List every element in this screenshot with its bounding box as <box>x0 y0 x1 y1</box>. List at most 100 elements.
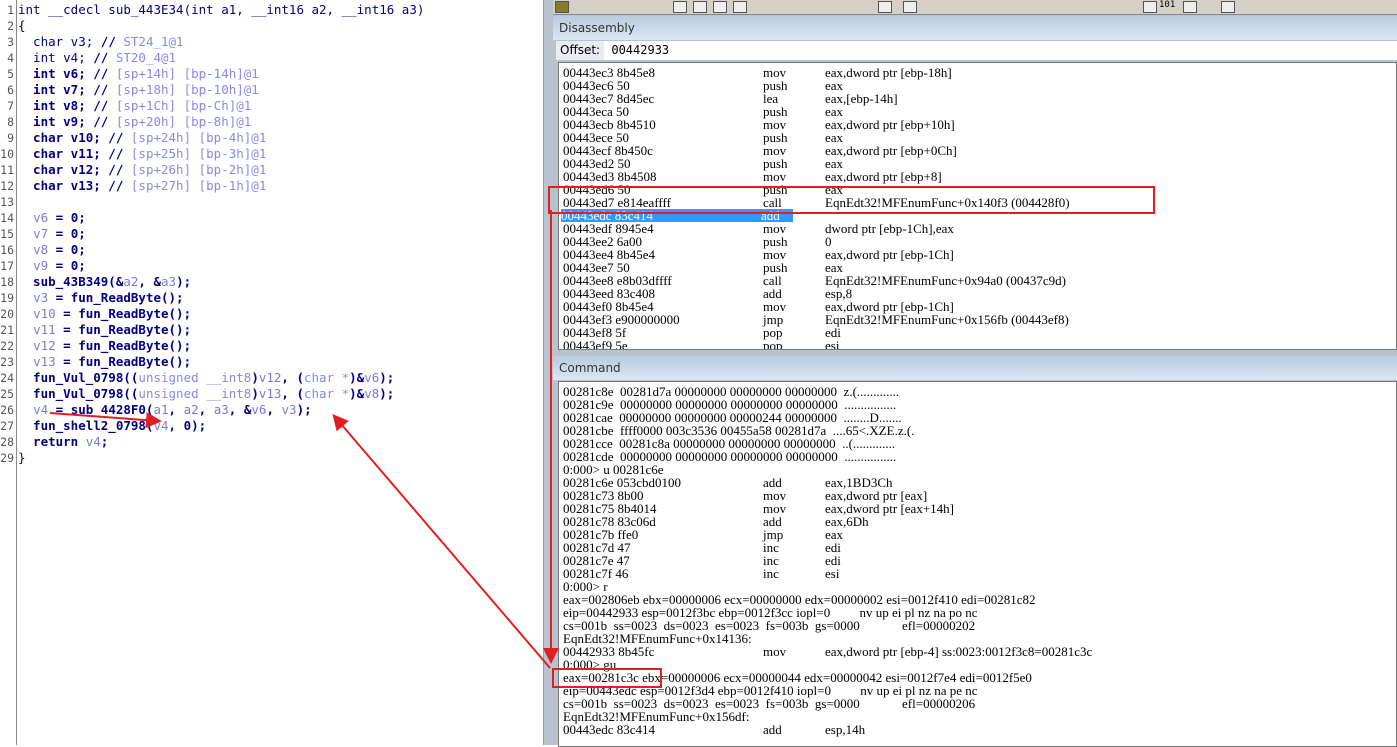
line-number: 6 <box>7 83 14 97</box>
code-token: v7 <box>33 226 49 241</box>
code-line[interactable]: 17 v9 = 0; <box>0 258 86 274</box>
line-number-gutter <box>16 0 17 745</box>
code-token: [sp+14h] [bp-14h]@1 <box>115 66 259 81</box>
step-into-icon[interactable] <box>673 1 687 13</box>
code-line[interactable]: 24 fun_Vul_0798((unsigned __int8)v12, (c… <box>0 370 394 386</box>
code-token: a3 <box>161 274 177 289</box>
code-token: ST24_1@1 <box>123 34 184 49</box>
code-line[interactable]: 27 fun_shell2_0798(v4, 0); <box>0 418 206 434</box>
code-token: ); <box>296 402 312 417</box>
watch-window-icon[interactable] <box>903 1 917 13</box>
code-token: ); <box>379 386 395 401</box>
code-line[interactable]: 25 fun_Vul_0798((unsigned __int8)v13, (c… <box>0 386 394 402</box>
code-line[interactable]: 3 char v3; // ST24_1@1 <box>0 34 184 50</box>
operands: eax,dword ptr [ebp-1Ch] <box>825 247 954 262</box>
code-token: fun_Vul_0798(( <box>18 386 139 401</box>
run-to-cursor-icon[interactable] <box>733 1 747 13</box>
code-token: v12 <box>258 370 282 385</box>
line-number: 12 <box>0 179 14 193</box>
step-out-icon[interactable] <box>713 1 727 13</box>
code-token: , <box>198 402 214 417</box>
mnemonic: inc <box>763 566 779 581</box>
code-token: [sp+24h] [bp-4h]@1 <box>130 130 267 145</box>
code-line[interactable]: 11 char v12; // [sp+26h] [bp-2h]@1 <box>0 162 266 178</box>
code-token: [sp+20h] [bp-8h]@1 <box>115 114 252 129</box>
code-token: } <box>18 450 26 465</box>
code-token: , <box>266 402 282 417</box>
code-line[interactable]: 14 v6 = 0; <box>0 210 86 226</box>
code-line[interactable]: 10 char v11; // [sp+25h] [bp-3h]@1 <box>0 146 266 162</box>
code-token: char v12; // <box>18 162 131 177</box>
mnemonic: pop <box>763 338 783 350</box>
code-token: ) <box>251 386 259 401</box>
code-line[interactable]: 16 v8 = 0; <box>0 242 86 258</box>
code-token: ) <box>251 370 259 385</box>
code-line[interactable]: 23 v13 = fun_ReadByte(); <box>0 354 191 370</box>
code-line[interactable]: 7 int v8; // [sp+1Ch] [bp-Ch]@1 <box>0 98 251 114</box>
code-line[interactable]: 22 v12 = fun_ReadByte(); <box>0 338 191 354</box>
font-icon[interactable] <box>1183 1 1197 13</box>
code-token: [sp+26h] [bp-2h]@1 <box>130 162 267 177</box>
offset-input[interactable]: 00442933 <box>611 43 669 57</box>
code-token: char * <box>304 370 350 385</box>
breakpoint-icon[interactable] <box>878 1 892 13</box>
code-token: = fun_ReadByte(); <box>55 354 192 369</box>
code-token: a2 <box>123 274 139 289</box>
code-token: v12 <box>33 338 56 353</box>
code-line[interactable]: 6 int v7; // [sp+18h] [bp-10h]@1 <box>0 82 259 98</box>
line-number: 20 <box>0 307 14 321</box>
code-token: int v6; // <box>18 66 116 81</box>
operands: esp,14h <box>825 722 866 737</box>
code-line[interactable]: 18 sub_43B349(&a2, &a3); <box>0 274 191 290</box>
code-line[interactable]: 29} <box>0 450 26 466</box>
line-number: 24 <box>0 371 14 385</box>
command-output[interactable]: 00281c8e 00281d7a 00000000 00000000 0000… <box>558 381 1397 747</box>
code-token: unsigned __int8 <box>138 386 252 401</box>
code-line[interactable]: 5 int v6; // [sp+14h] [bp-14h]@1 <box>0 66 259 82</box>
open-icon[interactable] <box>555 1 569 13</box>
highlight-eax-box <box>552 668 662 688</box>
code-token: v13 <box>33 354 56 369</box>
options-icon[interactable] <box>1221 1 1235 13</box>
line-number: 28 <box>0 435 14 449</box>
code-line[interactable]: 8 int v9; // [sp+20h] [bp-8h]@1 <box>0 114 251 130</box>
code-token: v8 <box>364 386 380 401</box>
code-token: char v3; <box>18 34 101 49</box>
line-number: 13 <box>0 195 14 209</box>
code-line[interactable]: 21 v11 = fun_ReadByte(); <box>0 322 191 338</box>
code-token: int v9; // <box>18 114 116 129</box>
address-bytes: 00443edc 83c414 <box>563 722 656 737</box>
code-token: unsigned __int8 <box>138 370 252 385</box>
code-line[interactable]: 19 v3 = fun_ReadByte(); <box>0 290 183 306</box>
code-token: v11 <box>33 322 56 337</box>
mnemonic: add <box>763 722 782 737</box>
code-line[interactable]: 15 v7 = 0; <box>0 226 86 242</box>
code-line[interactable]: 12 char v13; // [sp+27h] [bp-1h]@1 <box>0 178 266 194</box>
code-token: , ( <box>281 370 304 385</box>
code-token: [sp+27h] [bp-1h]@1 <box>130 178 267 193</box>
code-token: char * <box>304 386 350 401</box>
operands: esi <box>825 566 840 581</box>
code-token: ; <box>100 434 109 449</box>
code-line[interactable]: 1 int __cdecl sub_443E34(int a1, __int16 … <box>0 2 424 18</box>
code-token: v13 <box>258 386 282 401</box>
code-line[interactable]: 4 int v4; // ST20_4@1 <box>0 50 176 66</box>
toolbar: 101 <box>553 0 1397 15</box>
line-number: 23 <box>0 355 14 369</box>
operands: dword ptr [ebp-1Ch],eax <box>825 221 954 236</box>
operands: EqnEdt32!MFEnumFunc+0x156fb (00443ef8) <box>825 312 1069 327</box>
code-line[interactable]: 20 v10 = fun_ReadByte(); <box>0 306 191 322</box>
code-token: = fun_ReadByte(); <box>55 306 192 321</box>
code-line[interactable]: 26 v4 = sub_4428F0(a1, a2, a3, &v6, v3); <box>0 402 312 418</box>
code-line[interactable]: 2{ <box>0 18 25 34</box>
code-token: ); <box>176 274 192 289</box>
code-token: return <box>18 434 86 449</box>
memory-icon[interactable] <box>1143 1 1157 13</box>
operands: eax,dword ptr [ebp+10h] <box>825 117 955 132</box>
code-line[interactable]: 9 char v10; // [sp+24h] [bp-4h]@1 <box>0 130 266 146</box>
step-over-icon[interactable] <box>693 1 707 13</box>
line-number: 7 <box>7 99 14 113</box>
